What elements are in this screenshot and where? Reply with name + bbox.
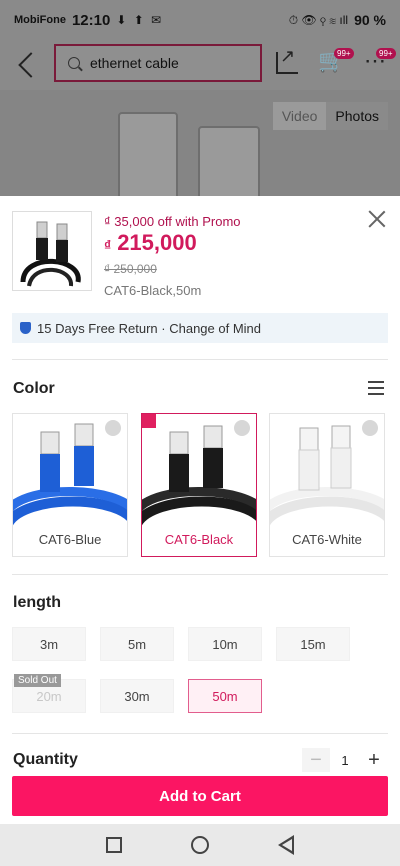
rj45-plug-image-2 [198,126,260,196]
search-query: ethernet cable [90,55,179,71]
home-icon[interactable] [191,836,209,854]
search-icon [68,57,80,69]
color-option-white[interactable]: CAT6-White [269,413,385,557]
close-icon[interactable] [368,210,386,228]
tab-photos[interactable]: Photos [326,102,388,130]
system-nav-bar [0,824,400,866]
back-icon[interactable] [278,835,294,855]
length-title: length [13,594,61,611]
share-icon[interactable] [276,46,298,74]
length-option-30m[interactable]: 30m [100,679,174,713]
more-badge: 99+ [376,48,396,59]
zoom-icon[interactable] [105,420,121,436]
system-status-icons: ⏱ 👁 ⚲ ≋ ıll [288,12,349,27]
sold-out-badge: Sold Out [14,674,61,687]
shield-icon [20,322,31,334]
cart-badge: 99+ [334,48,354,59]
return-policy-text: 15 Days Free Return · Change of Mind [37,320,261,336]
tab-video[interactable]: Video [272,102,327,130]
carrier-name: MobiFone [14,14,66,26]
divider [12,733,388,734]
sku-selector-sheet: ₫ 35,000 off with Promo ₫ 215,000 ₫ 250,0… [0,196,400,824]
recent-apps-icon[interactable] [106,837,122,853]
color-option-black[interactable]: CAT6-Black [141,413,257,557]
return-policy-banner[interactable]: 15 Days Free Return · Change of Mind [12,313,388,343]
divider [12,359,388,360]
quantity-title: Quantity [13,751,78,768]
clock: 12:10 [71,11,111,29]
length-option-3m[interactable]: 3m [12,627,86,661]
product-thumbnail[interactable] [12,211,92,291]
zoom-icon[interactable] [362,420,378,436]
decrease-button[interactable]: − [302,748,330,772]
selected-variant: CAT6-Black,50m [104,283,202,298]
length-option-50m[interactable]: 50m [188,679,262,713]
battery-level: 90 % [354,12,386,28]
back-arrow-icon[interactable] [18,52,44,78]
original-price: ₫ 250,000 [104,262,157,276]
quantity-stepper: − 1 + [302,748,388,772]
add-to-cart-button[interactable]: Add to Cart [12,776,388,816]
price: ₫ 215,000 [104,230,197,256]
length-option-10m[interactable]: 10m [188,627,262,661]
currency-symbol: ₫ [104,237,112,253]
color-option-label: CAT6-Black [164,532,234,547]
price-value: 215,000 [117,230,197,255]
status-bar: MobiFone 12:10 ⬇ ⬆ ✉ ⏱ 👁 ⚲ ≋ ıll 90 % [0,0,400,40]
search-input[interactable]: ethernet cable [54,44,262,82]
color-option-label: CAT6-White [292,532,362,547]
color-option-blue[interactable]: CAT6-Blue [12,413,128,557]
divider [12,574,388,575]
promo-text: ₫ 35,000 off with Promo [104,214,241,229]
length-option-5m[interactable]: 5m [100,627,174,661]
color-title: Color [13,380,55,397]
product-image[interactable]: Video Photos [0,90,400,196]
quantity-value[interactable]: 1 [330,753,360,768]
hot-flame-icon [142,414,156,428]
length-option-15m[interactable]: 15m [276,627,350,661]
increase-button[interactable]: + [360,748,388,772]
color-option-label: CAT6-Blue [38,532,102,547]
zoom-icon[interactable] [234,420,250,436]
media-tabs: Video Photos [272,102,388,130]
top-app-bar: ethernet cable 🛒 99+ ⋯ 99+ [0,40,400,90]
list-view-icon[interactable] [368,380,384,396]
rj45-plug-image [118,112,178,196]
notification-icons: ⬇ ⬆ ✉ [116,13,164,27]
